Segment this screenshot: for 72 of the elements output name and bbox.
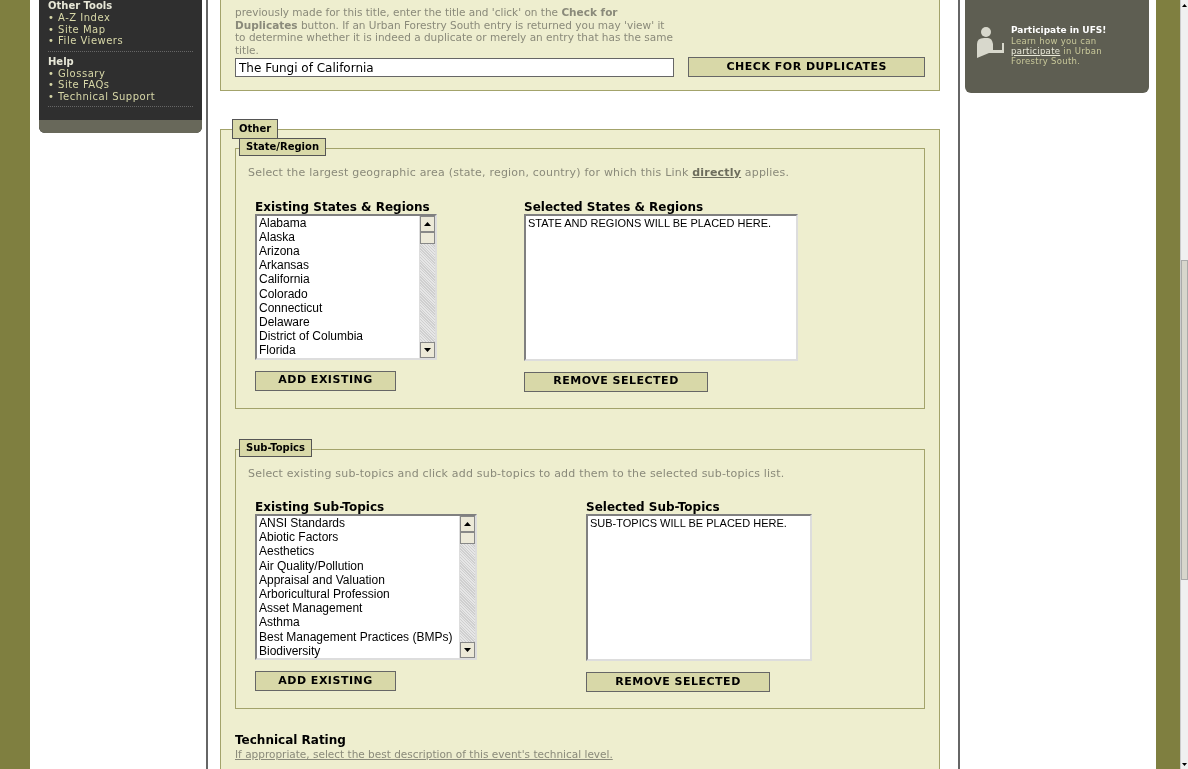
list-option[interactable]: Alabama: [259, 215, 419, 230]
add-existing-button[interactable]: ADD EXISTING: [255, 671, 396, 691]
sidebar-link[interactable]: • Technical Support: [48, 90, 193, 102]
list-option[interactable]: Best Management Practices (BMPs): [259, 629, 459, 644]
list-option[interactable]: Abiotic Factors: [259, 530, 459, 545]
instructions-text: previously made for this title, enter the title and 'click' on the Check for Duplicates button. If an Urban Forestry South entry is returned you may 'view' it to determine whether it is indeed a duplicate or merely an entry that has the same title.: [235, 6, 674, 56]
section-legend: Other: [232, 119, 279, 139]
scrollbar[interactable]: [419, 215, 435, 358]
list-option: STATE AND REGIONS WILL BE PLACED HERE.: [528, 215, 796, 230]
add-existing-button[interactable]: ADD EXISTING: [255, 370, 396, 391]
up-arrow-icon: [464, 522, 471, 526]
list-option[interactable]: Biodiversity: [259, 643, 459, 658]
down-arrow-icon: [464, 648, 471, 652]
list-label: Existing Sub-Topics: [255, 501, 386, 514]
list-option: SUB-TOPICS WILL BE PLACED HERE.: [590, 516, 810, 530]
up-arrow-icon: [424, 221, 431, 226]
scroll-thumb[interactable]: [460, 532, 475, 544]
sidebar-heading: Other Tools: [48, 0, 114, 12]
list-option[interactable]: Air Quality/Pollution: [259, 558, 459, 573]
sidebar-link[interactable]: • Site Map: [48, 23, 193, 35]
sidebar-link[interactable]: • File Viewers: [48, 35, 193, 47]
list-option[interactable]: Asset Management: [259, 601, 459, 616]
sidebar-link[interactable]: • Glossary: [48, 67, 193, 79]
list-option[interactable]: Arkansas: [259, 258, 419, 273]
fieldset-legend: Sub-Topics: [239, 438, 312, 457]
page-scrollbar[interactable]: [1180, 0, 1188, 769]
down-arrow-icon: [424, 347, 431, 352]
down-arrow-icon: [1182, 762, 1187, 766]
list-option[interactable]: Asthma: [259, 615, 459, 630]
promo-text: Learn how you can participate in Urban Forestry South.: [1011, 36, 1103, 66]
list-option[interactable]: District of Columbia: [259, 329, 419, 344]
directly-link[interactable]: directly: [692, 166, 742, 179]
fieldset-description: Select existing sub-topics and click add sub-topics to add them to the selected sub-topics list.: [248, 465, 786, 482]
list-label: Existing States & Regions: [255, 200, 431, 214]
sidebar-heading: Help: [48, 55, 75, 68]
promo-title: Participate in UFS!: [1011, 25, 1108, 36]
scrollbar[interactable]: [459, 516, 475, 658]
list-option[interactable]: Colorado: [259, 286, 419, 301]
technical-rating-label: Technical Rating: [235, 733, 347, 747]
list-option[interactable]: Arboricultural Profession: [259, 587, 459, 602]
title-input[interactable]: The Fungi of California: [235, 58, 675, 77]
list-option[interactable]: ANSI Standards: [259, 516, 459, 531]
selected-listbox[interactable]: SUB-TOPICS WILL BE PLACED HERE.: [586, 514, 812, 661]
list-option[interactable]: Florida: [259, 343, 419, 358]
list-label: Selected States & Regions: [524, 200, 705, 214]
sidebar-link[interactable]: • Site FAQs: [48, 79, 193, 91]
existing-listbox[interactable]: ANSI Standards Abiotic Factors Aesthetics Air Quality/Pollution Appraisal and Valuation Arboricultural Profession Asset Management Asthma Best Management Practices (BMPs) Biodiversity: [255, 514, 477, 660]
selected-listbox[interactable]: STATE AND REGIONS WILL BE PLACED HERE.: [524, 213, 798, 361]
page-scroll-thumb[interactable]: [1181, 260, 1188, 580]
list-option[interactable]: California: [259, 272, 419, 287]
scroll-up-button[interactable]: [420, 215, 435, 232]
fieldset-legend: State/Region: [239, 138, 326, 156]
list-option[interactable]: Delaware: [259, 314, 419, 330]
scroll-down-button[interactable]: [460, 642, 475, 658]
check-duplicates-button[interactable]: CHECK FOR DUPLICATES: [688, 57, 925, 77]
up-arrow-icon: [1182, 3, 1187, 7]
list-option[interactable]: Connecticut: [259, 300, 419, 315]
participate-link[interactable]: participate: [1011, 46, 1061, 56]
list-option[interactable]: Alaska: [259, 229, 419, 244]
sidebar-link[interactable]: • A-Z Index: [48, 12, 193, 24]
list-option[interactable]: Appraisal and Valuation: [259, 572, 459, 587]
fieldset-description: Select the largest geographic area (state, region, country) for which this Link directly applies.: [248, 165, 791, 181]
scroll-up-button[interactable]: [460, 516, 475, 532]
remove-selected-button[interactable]: REMOVE SELECTED: [524, 371, 708, 392]
remove-selected-button[interactable]: REMOVE SELECTED: [586, 672, 770, 692]
scroll-down-button[interactable]: [420, 341, 435, 358]
list-label: Selected Sub-Topics: [586, 501, 721, 514]
list-option[interactable]: Aesthetics: [259, 544, 459, 559]
person-at-laptop-icon: [975, 26, 1005, 58]
list-option[interactable]: Arizona: [259, 243, 419, 259]
existing-listbox[interactable]: Alabama Alaska Arizona Arkansas California Colorado Connecticut Delaware District of Columbia Florida: [255, 213, 437, 360]
technical-rating-description: If appropriate, select the best description of this event's technical level.: [235, 747, 614, 761]
